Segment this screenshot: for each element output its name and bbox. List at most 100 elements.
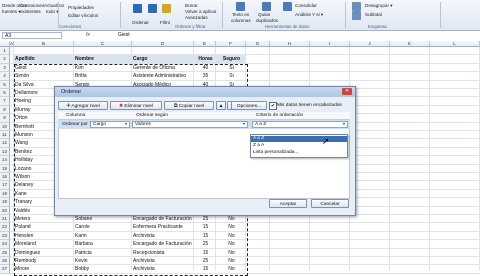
column-header-j[interactable]: J: [350, 41, 390, 47]
options-button[interactable]: Opciones...: [231, 101, 267, 110]
ribbon-command[interactable]: existentes: [20, 9, 41, 14]
order-option[interactable]: Z a A: [251, 143, 347, 149]
ribbon-command[interactable]: fuentes ▾: [2, 9, 21, 14]
arrow-up-icon: ▲: [218, 104, 224, 109]
ribbon-command[interactable]: Conexiones: [20, 3, 44, 8]
ribbon-group-label: Herramientas de datos: [265, 24, 310, 29]
ribbon-group-label: Conexiones: [58, 24, 82, 29]
sort-on-select[interactable]: Valores ▼: [132, 121, 248, 128]
ribbon-command[interactable]: Ordenar: [132, 20, 149, 25]
column-header-h[interactable]: H: [270, 41, 310, 47]
ribbon-command[interactable]: Consolidar: [295, 3, 317, 8]
row-header[interactable]: 6: [0, 89, 10, 98]
column-header-l[interactable]: L: [430, 41, 480, 47]
move-up-button[interactable]: ▲: [216, 101, 226, 110]
ribbon-command[interactable]: Análisis Y si ▾: [295, 12, 323, 17]
mouse-cursor-icon: ➚: [322, 136, 330, 146]
ribbon-command[interactable]: Quitar: [258, 12, 271, 17]
ribbon-command[interactable]: Filtro: [160, 20, 170, 25]
ribbon-command[interactable]: Desagrupar ▾: [365, 3, 393, 8]
ribbon-separator: [120, 2, 121, 28]
ribbon-command[interactable]: Avanzadas: [185, 15, 208, 20]
column-header-k[interactable]: K: [390, 41, 430, 47]
ribbon-command[interactable]: columnas: [231, 18, 251, 23]
ribbon-separator: [440, 2, 441, 28]
row-header[interactable]: 22: [0, 223, 10, 232]
row-header[interactable]: 5: [0, 80, 10, 89]
table-cell[interactable]: Apellido: [14, 55, 74, 63]
row-header[interactable]: 17: [0, 181, 10, 190]
row-header[interactable]: 14: [0, 156, 10, 165]
ribbon-command[interactable]: duplicados: [256, 18, 278, 23]
data-validation-icon[interactable]: [283, 2, 292, 11]
order-select[interactable]: A a Z ▼: [252, 121, 348, 128]
accept-button[interactable]: Aceptar: [269, 199, 307, 208]
row-header[interactable]: 26: [0, 257, 10, 266]
row-header[interactable]: 2: [0, 55, 10, 64]
ribbon-command[interactable]: Editar vínculos: [68, 13, 98, 18]
column-select[interactable]: Cargo ▼: [90, 121, 130, 128]
filter-icon[interactable]: [162, 4, 171, 13]
ribbon-command[interactable]: todo ▾: [46, 9, 59, 14]
column-header-f[interactable]: F: [216, 41, 246, 47]
table-cell[interactable]: Nombre: [74, 55, 132, 63]
row-header[interactable]: 20: [0, 206, 10, 215]
row-header[interactable]: 25: [0, 248, 10, 257]
ribbon: Desde otras fuentes ▾ Conexiones existentes…: [0, 0, 480, 31]
sort-level-row[interactable]: Ordenar por Cargo ▼ Valores ▼ A a Z ▼: [58, 120, 350, 129]
row-header[interactable]: 4: [0, 72, 10, 81]
cancel-button[interactable]: Cancelar: [311, 199, 349, 208]
order-option[interactable]: Lista personalizada...: [251, 150, 347, 156]
row-header[interactable]: 21: [0, 215, 10, 224]
sort-az-icon[interactable]: [133, 4, 142, 13]
ribbon-command[interactable]: Borrar: [185, 3, 198, 8]
row-header[interactable]: 9: [0, 114, 10, 123]
delete-level-button[interactable]: ✖ Eliminar nivel: [110, 101, 162, 110]
column-header-b[interactable]: B: [14, 41, 74, 47]
copy-level-button[interactable]: ⧉ Copiar nivel: [164, 101, 214, 110]
fx-icon[interactable]: fx: [86, 32, 90, 39]
delete-level-label: Eliminar nivel: [124, 104, 153, 109]
copy-icon: ⧉: [173, 104, 178, 109]
subtotal-icon[interactable]: [352, 11, 361, 20]
ribbon-command[interactable]: Propiedades: [68, 5, 94, 10]
row-header[interactable]: 8: [0, 105, 10, 115]
text-to-columns-icon[interactable]: [236, 2, 245, 11]
table-cell[interactable]: Seguro: [216, 55, 246, 63]
row-header[interactable]: 24: [0, 240, 10, 249]
row-header[interactable]: 23: [0, 231, 10, 241]
row-header[interactable]: 15: [0, 164, 10, 173]
row-header[interactable]: 1: [0, 47, 10, 56]
sort-za-icon[interactable]: [148, 4, 157, 13]
sort-levels-header: Columna Ordenar según Criterio de ordena…: [58, 112, 350, 120]
column-header-g[interactable]: G: [246, 41, 270, 47]
row-header[interactable]: 10: [0, 122, 10, 131]
order-option[interactable]: A a Z: [251, 136, 347, 142]
column-header-d[interactable]: D: [132, 41, 194, 47]
column-header-e[interactable]: E: [194, 41, 216, 47]
row-header[interactable]: 18: [0, 189, 10, 199]
row-header[interactable]: 11: [0, 131, 10, 140]
add-level-button[interactable]: ✚ Agregar nivel: [58, 101, 108, 110]
row-header[interactable]: 3: [0, 63, 10, 73]
table-cell[interactable]: Horas: [194, 55, 216, 63]
row-header[interactable]: 13: [0, 147, 10, 157]
row-header[interactable]: 16: [0, 173, 10, 182]
chevron-down-icon: ▼: [242, 122, 246, 126]
close-icon[interactable]: ✕: [342, 88, 352, 95]
column-header-i[interactable]: I: [310, 41, 350, 47]
row-header[interactable]: 12: [0, 139, 10, 148]
row-header[interactable]: 7: [0, 97, 10, 106]
column-header-c[interactable]: C: [74, 41, 132, 47]
formula-input[interactable]: Giest: [118, 32, 130, 39]
table-cell[interactable]: Cargo: [132, 55, 194, 63]
ribbon-command[interactable]: Volver a aplicar: [185, 9, 216, 14]
row-header[interactable]: 19: [0, 198, 10, 207]
ungroup-icon[interactable]: [352, 2, 361, 11]
headers-checkbox[interactable]: ✔: [269, 102, 277, 110]
name-box[interactable]: A3: [2, 32, 62, 39]
ribbon-command[interactable]: Subtotal: [365, 12, 382, 17]
ribbon-command[interactable]: Actualizar: [44, 3, 64, 8]
remove-duplicates-icon[interactable]: [262, 2, 271, 11]
ribbon-command[interactable]: Texto en: [232, 12, 249, 17]
